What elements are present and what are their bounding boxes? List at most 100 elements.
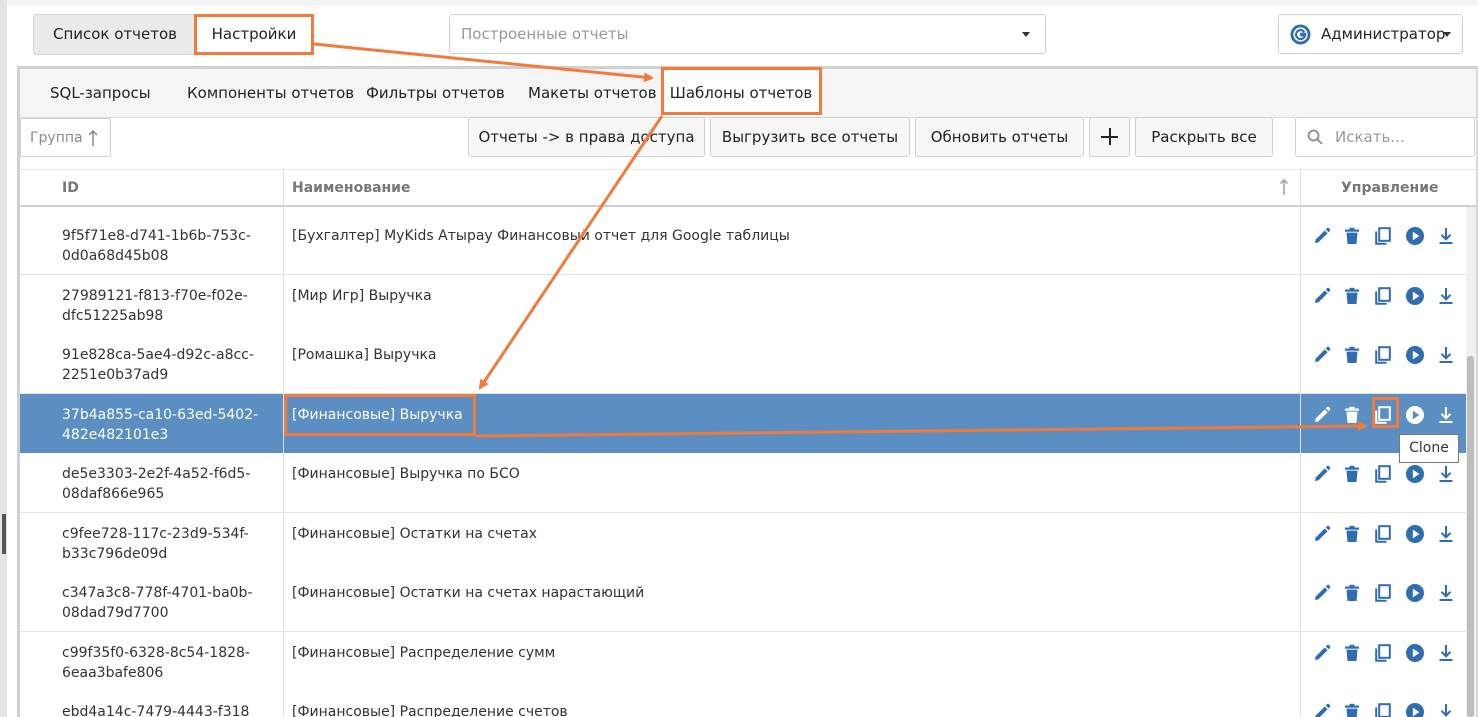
row-id: de5e3303-2e2f-4a52-f6d5-08daf866e965: [62, 466, 251, 502]
trash-icon[interactable]: [1342, 345, 1362, 365]
play-icon[interactable]: [1405, 345, 1425, 365]
annotation-box-templates-tab: [661, 67, 822, 115]
table-row[interactable]: de5e3303-2e2f-4a52-f6d5-08daf866e965 [Фин…: [20, 453, 1466, 513]
clone-icon[interactable]: [1373, 345, 1393, 365]
table-row-selected[interactable]: 37b4a855-ca10-63ed-5402-482e482101e3 [Фин…: [20, 394, 1466, 454]
table-row[interactable]: c9fee728-117c-23d9-534f-b33c796de09d [Фин…: [20, 513, 1466, 573]
search-icon: [1307, 129, 1323, 145]
edit-icon[interactable]: [1312, 464, 1332, 484]
built-reports-select[interactable]: Построенные отчеты: [449, 14, 1046, 54]
play-icon[interactable]: [1405, 286, 1425, 306]
scrollbar-thumb[interactable]: [1467, 356, 1474, 717]
column-divider: [283, 169, 284, 717]
download-icon[interactable]: [1436, 226, 1456, 246]
sort-up-arrow-icon[interactable]: [1279, 178, 1289, 196]
tab-sql-queries[interactable]: SQL-запросы: [50, 69, 151, 117]
user-menu[interactable]: Администратор: [1278, 14, 1463, 54]
trash-icon[interactable]: [1342, 464, 1362, 484]
clone-icon[interactable]: [1373, 583, 1393, 603]
clone-icon[interactable]: [1373, 464, 1393, 484]
row-id: c99f35f0-6328-8c54-1828-6eaa3bafe806: [62, 645, 250, 681]
group-by-field[interactable]: Группа: [20, 118, 111, 157]
play-icon[interactable]: [1405, 464, 1425, 484]
row-actions: [1312, 583, 1462, 603]
edit-icon[interactable]: [1312, 583, 1332, 603]
download-icon[interactable]: [1436, 583, 1456, 603]
refresh-reports-button[interactable]: Обновить отчеты: [915, 117, 1084, 157]
tab-report-filters[interactable]: Фильтры отчетов: [366, 69, 505, 117]
expand-all-button[interactable]: Раскрыть все: [1135, 117, 1273, 157]
edit-icon[interactable]: [1312, 405, 1332, 425]
window-edge-notch: [2, 514, 6, 554]
row-id: 37b4a855-ca10-63ed-5402-482e482101e3: [62, 407, 259, 443]
download-icon[interactable]: [1436, 464, 1456, 484]
clone-icon[interactable]: [1373, 643, 1393, 663]
download-icon[interactable]: [1436, 702, 1456, 717]
table-row[interactable]: 27989121-f813-f70e-f02e-dfc51225ab98 [Мир…: [20, 275, 1466, 335]
download-icon[interactable]: [1436, 643, 1456, 663]
clone-icon[interactable]: [1373, 702, 1393, 717]
table-row[interactable]: 9f5f71e8-d741-1b6b-753c-0d0a68d45b08 [Бух…: [20, 215, 1466, 275]
download-icon[interactable]: [1436, 286, 1456, 306]
table-row[interactable]: 91e828ca-5ae4-d92c-a8cc-2251e0b37ad9 [Ром…: [20, 334, 1466, 394]
clone-icon[interactable]: [1373, 286, 1393, 306]
trash-icon[interactable]: [1342, 643, 1362, 663]
clone-icon[interactable]: [1373, 524, 1393, 544]
row-id: 9f5f71e8-d741-1b6b-753c-0d0a68d45b08: [62, 228, 251, 264]
row-id: 91e828ca-5ae4-d92c-a8cc-2251e0b37ad9: [62, 347, 254, 383]
column-header-actions: Управление: [1341, 180, 1439, 196]
edit-icon[interactable]: [1312, 286, 1332, 306]
trash-icon[interactable]: [1342, 286, 1362, 306]
trash-icon[interactable]: [1342, 226, 1362, 246]
play-icon[interactable]: [1405, 583, 1425, 603]
download-icon[interactable]: [1436, 524, 1456, 544]
user-menu-label: Администратор: [1321, 25, 1446, 43]
row-name: [Финансовые] Распределение счетов: [292, 704, 568, 717]
table-row[interactable]: c99f35f0-6328-8c54-1828-6eaa3bafe806 [Фин…: [20, 632, 1466, 692]
tab-report-layouts[interactable]: Макеты отчетов: [528, 69, 657, 117]
edit-icon[interactable]: [1312, 702, 1332, 717]
row-name: [Финансовые] Остатки на счетах нарастающ…: [292, 585, 645, 601]
table-row[interactable]: c347a3c8-778f-4701-ba0b-08dad79d7700 [Фин…: [20, 572, 1466, 632]
play-icon[interactable]: [1405, 702, 1425, 717]
trash-icon[interactable]: [1342, 702, 1362, 717]
trash-icon[interactable]: [1342, 583, 1362, 603]
row-actions: [1312, 643, 1462, 663]
edit-icon[interactable]: [1312, 345, 1332, 365]
column-header-name[interactable]: Наименование: [292, 169, 411, 207]
built-reports-placeholder: Построенные отчеты: [461, 25, 629, 43]
annotation-box-clone-icon: [1372, 397, 1399, 428]
row-actions: [1312, 702, 1462, 717]
row-actions: [1312, 524, 1462, 544]
annotation-box-selected-report: [284, 394, 476, 436]
row-id: ebd4a14c-7479-4443-f318: [62, 704, 250, 717]
table-row[interactable]: ebd4a14c-7479-4443-f318 [Финансовые] Расп…: [20, 691, 1466, 717]
play-icon[interactable]: [1405, 524, 1425, 544]
tab-report-list[interactable]: Список отчетов: [34, 15, 196, 54]
add-report-button[interactable]: [1089, 117, 1130, 157]
export-all-reports-button[interactable]: Выгрузить все отчеты: [710, 117, 910, 157]
row-name: [Ромашка] Выручка: [292, 347, 437, 363]
globe-icon: [1290, 24, 1311, 45]
edit-icon[interactable]: [1312, 524, 1332, 544]
play-icon[interactable]: [1405, 643, 1425, 663]
column-header-id[interactable]: ID: [62, 169, 79, 207]
edit-icon[interactable]: [1312, 643, 1332, 663]
row-name: [Мир Игр] Выручка: [292, 288, 432, 304]
table-header: [20, 169, 1476, 207]
trash-icon[interactable]: [1342, 524, 1362, 544]
row-name: [Финансовые] Распределение сумм: [292, 645, 556, 661]
play-icon[interactable]: [1405, 405, 1425, 425]
download-icon[interactable]: [1436, 405, 1456, 425]
tab-report-components[interactable]: Компоненты отчетов: [187, 69, 354, 117]
search-box[interactable]: Искать...: [1295, 117, 1475, 157]
row-id: c347a3c8-778f-4701-ba0b-08dad79d7700: [62, 585, 253, 621]
annotation-box-settings-tab: [194, 14, 314, 55]
download-icon[interactable]: [1436, 345, 1456, 365]
row-actions: [1312, 345, 1462, 365]
edit-icon[interactable]: [1312, 226, 1332, 246]
reports-to-access-button[interactable]: Отчеты -> в права доступа: [468, 117, 705, 157]
trash-icon[interactable]: [1342, 405, 1362, 425]
play-icon[interactable]: [1405, 226, 1425, 246]
clone-icon[interactable]: [1373, 226, 1393, 246]
